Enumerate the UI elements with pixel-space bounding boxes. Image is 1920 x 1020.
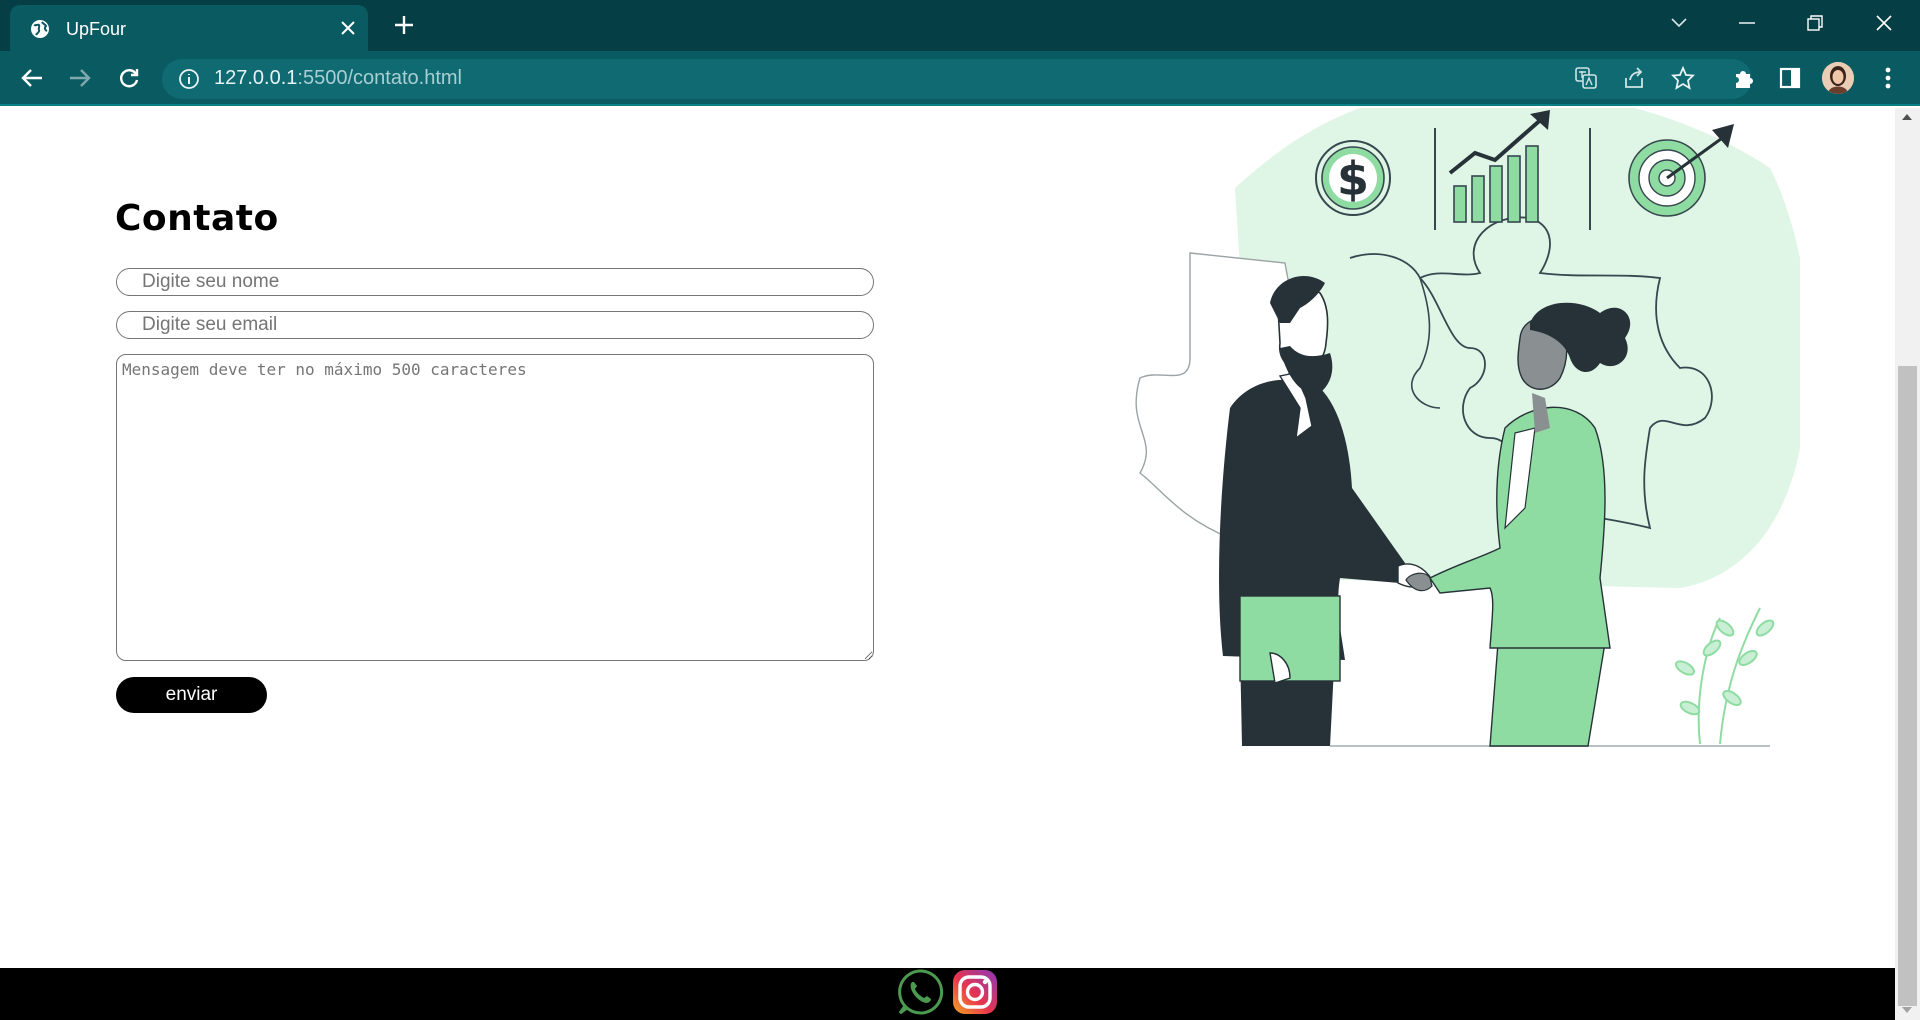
browser-menu-kebab-icon[interactable]	[1874, 64, 1902, 92]
tab-title: UpFour	[66, 19, 127, 39]
tab-search-chevron-icon[interactable]	[1661, 8, 1697, 38]
minimize-icon[interactable]	[1729, 8, 1765, 38]
share-icon[interactable]	[1620, 64, 1648, 92]
page-footer	[0, 968, 1895, 1020]
bookmark-star-icon[interactable]	[1669, 64, 1697, 92]
scroll-down-arrow-icon[interactable]	[1901, 1006, 1913, 1014]
extensions-puzzle-icon[interactable]	[1730, 64, 1758, 92]
instagram-icon[interactable]	[951, 968, 999, 1016]
url-text[interactable]: 127.0.0.1:5500/contato.html	[214, 67, 462, 90]
page-title: Contato	[115, 198, 279, 239]
url-path: :5500/contato.html	[297, 67, 462, 89]
tab-close-icon[interactable]	[336, 16, 360, 40]
globe-icon	[31, 20, 49, 38]
send-button[interactable]: enviar	[116, 677, 267, 713]
svg-text:$: $	[1337, 152, 1369, 206]
page-content: Contato enviar $	[0, 108, 1895, 968]
message-textarea[interactable]	[116, 354, 874, 661]
browser-tab[interactable]: UpFour	[10, 5, 368, 51]
email-input[interactable]	[116, 311, 874, 339]
scroll-up-arrow-icon[interactable]	[1901, 113, 1913, 121]
whatsapp-icon[interactable]	[896, 968, 944, 1016]
restore-icon[interactable]	[1797, 8, 1833, 38]
reload-icon[interactable]	[113, 62, 145, 94]
new-tab-icon[interactable]	[388, 11, 420, 39]
back-arrow-icon[interactable]	[16, 62, 48, 94]
name-input[interactable]	[116, 268, 874, 296]
side-panel-icon[interactable]	[1776, 64, 1804, 92]
site-info-icon[interactable]	[178, 68, 200, 90]
forward-arrow-icon[interactable]	[64, 62, 96, 94]
url-host: 127.0.0.1	[214, 67, 298, 89]
close-window-icon[interactable]	[1866, 8, 1902, 38]
translate-icon[interactable]	[1572, 64, 1600, 92]
profile-avatar[interactable]	[1822, 62, 1854, 94]
scrollbar-thumb[interactable]	[1898, 366, 1917, 1006]
handshake-illustration: $	[1135, 108, 1800, 747]
